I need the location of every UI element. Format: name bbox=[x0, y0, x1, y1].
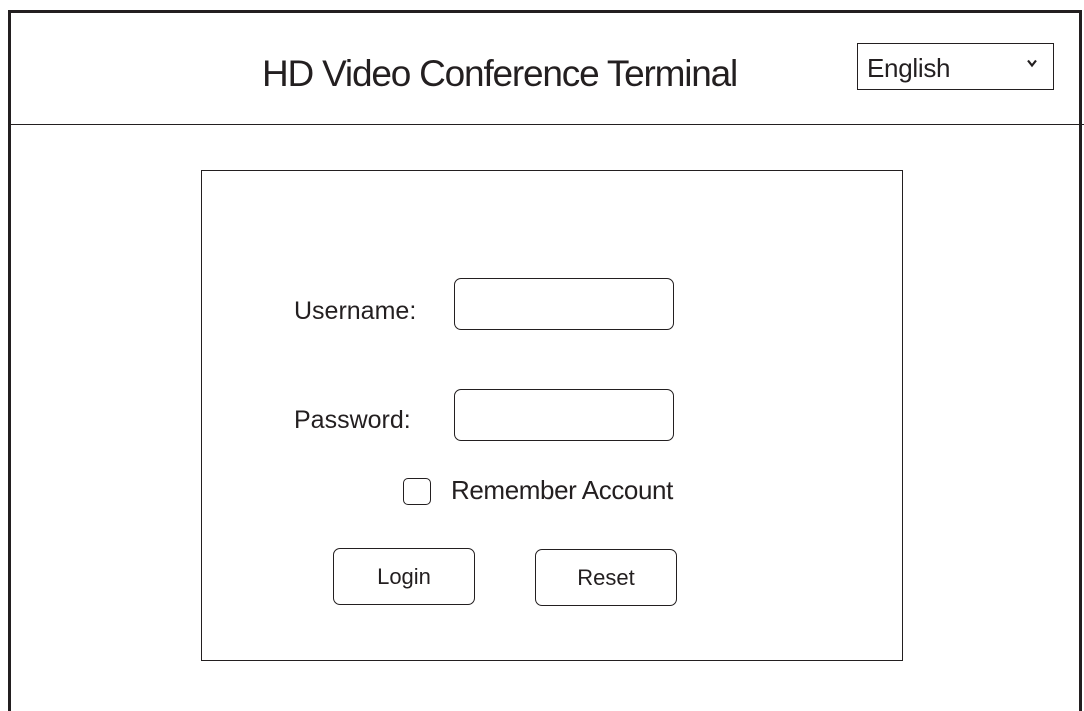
app-title: HD Video Conference Terminal bbox=[262, 53, 738, 94]
language-selected-value: English bbox=[867, 53, 951, 83]
header-divider bbox=[8, 124, 1084, 125]
language-select[interactable]: English bbox=[857, 43, 1054, 90]
reset-button[interactable]: Reset bbox=[535, 549, 677, 606]
login-button[interactable]: Login bbox=[333, 548, 475, 605]
username-label: Username: bbox=[294, 297, 417, 325]
password-input[interactable] bbox=[454, 389, 674, 441]
chevron-down-icon bbox=[1027, 59, 1037, 68]
password-label: Password: bbox=[294, 406, 411, 434]
remember-account-label: Remember Account bbox=[451, 475, 673, 505]
remember-account-checkbox[interactable] bbox=[403, 478, 431, 505]
username-input[interactable] bbox=[454, 278, 674, 330]
